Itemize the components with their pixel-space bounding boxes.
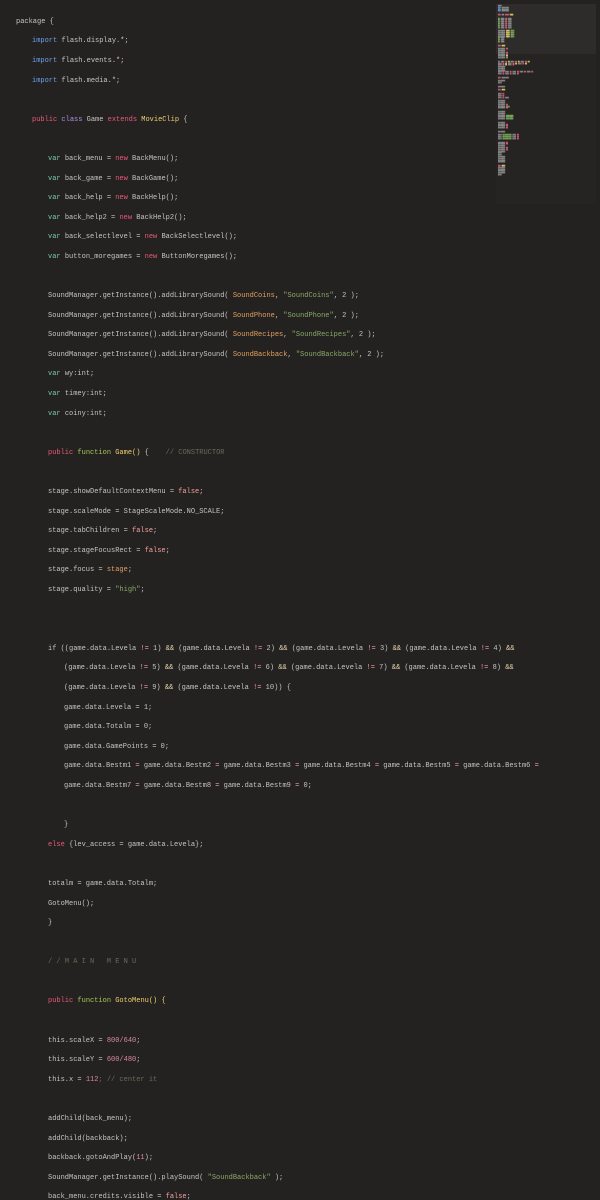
keyword-import: import — [32, 37, 57, 45]
section-comment: / / M A I N M E N U — [48, 958, 136, 966]
keyword-package: package — [16, 18, 45, 26]
minimap[interactable]: ████ ███ ████████ ███ ████████ ███ █████… — [496, 4, 596, 204]
keyword-public: public — [32, 116, 57, 124]
minimap-viewport[interactable] — [496, 4, 596, 54]
